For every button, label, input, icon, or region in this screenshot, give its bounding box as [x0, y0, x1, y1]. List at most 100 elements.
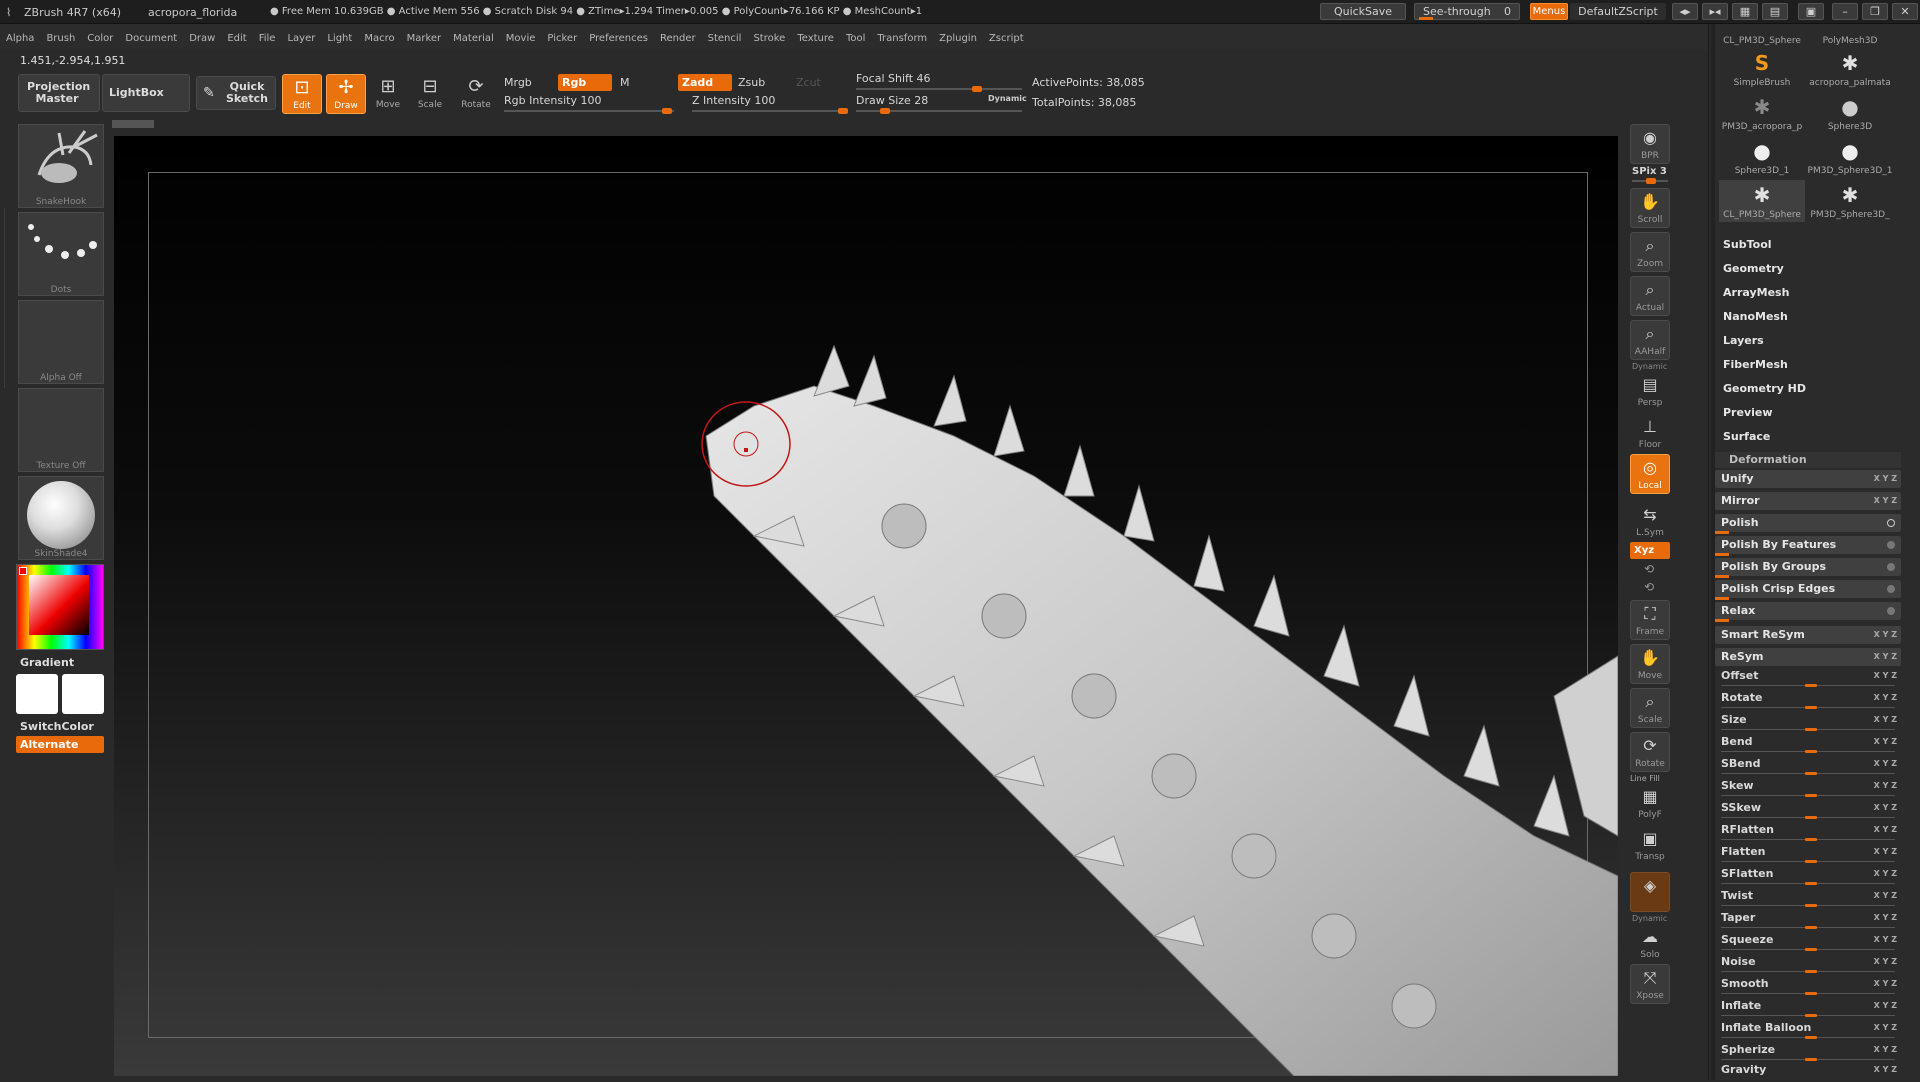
menu-color[interactable]: Color — [81, 33, 119, 44]
layout-next-icon[interactable]: ▸◂ — [1702, 3, 1728, 20]
inflate-slider[interactable]: Inflate X Y Z — [1715, 998, 1901, 1018]
tool-item-pm3d-acropora[interactable]: ✱ PM3D_acropora_p — [1719, 92, 1805, 134]
menus-button[interactable]: Menus — [1530, 3, 1568, 20]
resym-xyz[interactable]: X Y Z — [1874, 648, 1897, 666]
draw-button[interactable]: ✢ Draw — [326, 74, 366, 114]
polish-crisp-edges-slider[interactable]: Polish Crisp Edges — [1715, 580, 1901, 600]
flatten-xyz[interactable]: X Y Z — [1874, 844, 1897, 860]
sflatten-slider[interactable]: SFlatten X Y Z — [1715, 866, 1901, 886]
bpr-button[interactable]: ◉ BPR — [1630, 124, 1670, 164]
offset-slider[interactable]: Offset X Y Z — [1715, 668, 1901, 688]
squeeze-slider[interactable]: Squeeze X Y Z — [1715, 932, 1901, 952]
see-through-slider[interactable]: See-through 0 — [1414, 3, 1520, 20]
coral-mesh[interactable] — [114, 136, 1618, 1076]
floating-palette-icon[interactable]: ▤ — [1762, 3, 1788, 20]
sskew-slider[interactable]: SSkew X Y Z — [1715, 800, 1901, 820]
local-button[interactable]: ◎ Local — [1630, 454, 1670, 494]
preview-section[interactable]: Preview — [1723, 406, 1773, 419]
quicksave-button[interactable]: QuickSave — [1320, 3, 1406, 20]
spherize-slider[interactable]: Spherize X Y Z — [1715, 1042, 1901, 1062]
rotate-view-button[interactable]: ⟳ Rotate — [1630, 732, 1670, 772]
rotate-button[interactable]: ⟳ Rotate — [456, 74, 496, 114]
inflate-balloon-xyz[interactable]: X Y Z — [1874, 1020, 1897, 1036]
alpha-thumbnail[interactable]: Alpha Off — [18, 300, 104, 384]
rotate-y-icon[interactable]: ⟲ — [1644, 562, 1654, 576]
polish-toggle-icon[interactable] — [1887, 519, 1895, 527]
close-icon[interactable]: ✕ — [1892, 3, 1918, 20]
tool-item-cl-pm3d-sphere-selected[interactable]: ✱ CL_PM3D_Sphere — [1719, 180, 1805, 222]
scale-button[interactable]: ⊟ Scale — [410, 74, 450, 114]
rflatten-slider[interactable]: RFlatten X Y Z — [1715, 822, 1901, 842]
edit-button[interactable]: ⊡ Edit — [282, 74, 322, 114]
menu-draw[interactable]: Draw — [183, 33, 221, 44]
menu-preferences[interactable]: Preferences — [583, 33, 654, 44]
persp-button[interactable]: ▤ Persp — [1630, 372, 1670, 408]
menu-file[interactable]: File — [253, 33, 282, 44]
sbend-xyz[interactable]: X Y Z — [1874, 756, 1897, 772]
lsym-button[interactable]: ⇆ L.Sym — [1630, 502, 1670, 538]
smooth-xyz[interactable]: X Y Z — [1874, 976, 1897, 992]
draw-size-slider[interactable]: Draw Size 28 — [856, 94, 928, 107]
skew-slider[interactable]: Skew X Y Z — [1715, 778, 1901, 798]
rotate-xyz[interactable]: X Y Z — [1874, 690, 1897, 706]
brush-thumbnail[interactable]: SnakeHook — [18, 124, 104, 208]
spix-slider[interactable]: SPix 3 — [1632, 166, 1667, 177]
aahalf-button[interactable]: ⌕ AAHalf — [1630, 320, 1670, 360]
menu-zplugin[interactable]: Zplugin — [933, 33, 983, 44]
move-view-button[interactable]: ✋ Move — [1630, 644, 1670, 684]
menu-picker[interactable]: Picker — [541, 33, 583, 44]
size-slider[interactable]: Size X Y Z — [1715, 712, 1901, 732]
bend-slider[interactable]: Bend X Y Z — [1715, 734, 1901, 754]
tool-item-cl-pm3d-sphere[interactable]: CL_PM3D_Sphere — [1719, 26, 1805, 46]
tool-item-sphere3d[interactable]: ● Sphere3D — [1807, 92, 1893, 134]
rgb-button[interactable]: Rgb — [558, 74, 612, 91]
menu-alpha[interactable]: Alpha — [0, 33, 40, 44]
polish-by-features-slider[interactable]: Polish By Features — [1715, 536, 1901, 556]
move-button[interactable]: ⊞ Move — [368, 74, 408, 114]
relax-slider[interactable]: Relax — [1715, 602, 1901, 622]
sskew-xyz[interactable]: X Y Z — [1874, 800, 1897, 816]
menu-marker[interactable]: Marker — [401, 33, 448, 44]
main-color-swatch[interactable] — [16, 674, 58, 714]
ghost-button[interactable]: ◈ — [1630, 872, 1670, 912]
taper-slider[interactable]: Taper X Y Z — [1715, 910, 1901, 930]
surface-section[interactable]: Surface — [1723, 430, 1770, 443]
tool-item-pm3d-sphere3d[interactable]: ✱ PM3D_Sphere3D_ — [1807, 180, 1893, 222]
color-picker[interactable] — [16, 564, 104, 650]
layout-prev-icon[interactable]: ◂▸ — [1672, 3, 1698, 20]
taper-xyz[interactable]: X Y Z — [1874, 910, 1897, 926]
gravity-xyz[interactable]: X Y Z — [1874, 1062, 1897, 1078]
menu-zscript[interactable]: Zscript — [983, 33, 1030, 44]
menu-document[interactable]: Document — [119, 33, 183, 44]
tool-item-polymesh3d[interactable]: PolyMesh3D — [1807, 26, 1893, 46]
menu-render[interactable]: Render — [654, 33, 702, 44]
menu-movie[interactable]: Movie — [500, 33, 542, 44]
sflatten-xyz[interactable]: X Y Z — [1874, 866, 1897, 882]
bend-xyz[interactable]: X Y Z — [1874, 734, 1897, 750]
mrgb-button[interactable]: Mrgb — [504, 76, 532, 89]
xpose-button[interactable]: ⤧ Xpose — [1630, 964, 1670, 1004]
switch-color-button[interactable]: SwitchColor — [20, 720, 94, 733]
mirror-xyz[interactable]: X Y Z — [1874, 492, 1897, 510]
zadd-button[interactable]: Zadd — [678, 74, 732, 91]
polish-by-features-toggle-icon[interactable] — [1887, 541, 1895, 549]
secondary-color-swatch[interactable] — [62, 674, 104, 714]
focal-shift-slider[interactable]: Focal Shift 46 — [856, 72, 931, 85]
geometry-section[interactable]: Geometry — [1723, 262, 1784, 275]
tool-item-simplebrush[interactable]: S SimpleBrush — [1719, 48, 1805, 90]
zoom-button[interactable]: ⌕ Zoom — [1630, 232, 1670, 272]
resym-button[interactable]: ReSym X Y Z — [1715, 648, 1901, 666]
rflatten-xyz[interactable]: X Y Z — [1874, 822, 1897, 838]
inflate-xyz[interactable]: X Y Z — [1874, 998, 1897, 1014]
viewport[interactable] — [114, 136, 1618, 1076]
lock-icon[interactable]: ▣ — [1798, 3, 1824, 20]
smart-resym-button[interactable]: Smart ReSym X Y Z — [1715, 626, 1901, 644]
menu-edit[interactable]: Edit — [221, 33, 252, 44]
tool-item-acropora-palmata[interactable]: ✱ acropora_palmata — [1807, 48, 1893, 90]
minimize-icon[interactable]: – — [1832, 3, 1858, 20]
canvas-scroll-marker[interactable] — [112, 120, 154, 128]
color-picker-square[interactable] — [29, 575, 89, 635]
transp-button[interactable]: ▣ Transp — [1630, 826, 1670, 862]
frame-button[interactable]: ⛶ Frame — [1630, 600, 1670, 640]
lightbox-button[interactable]: LightBox — [102, 74, 190, 112]
